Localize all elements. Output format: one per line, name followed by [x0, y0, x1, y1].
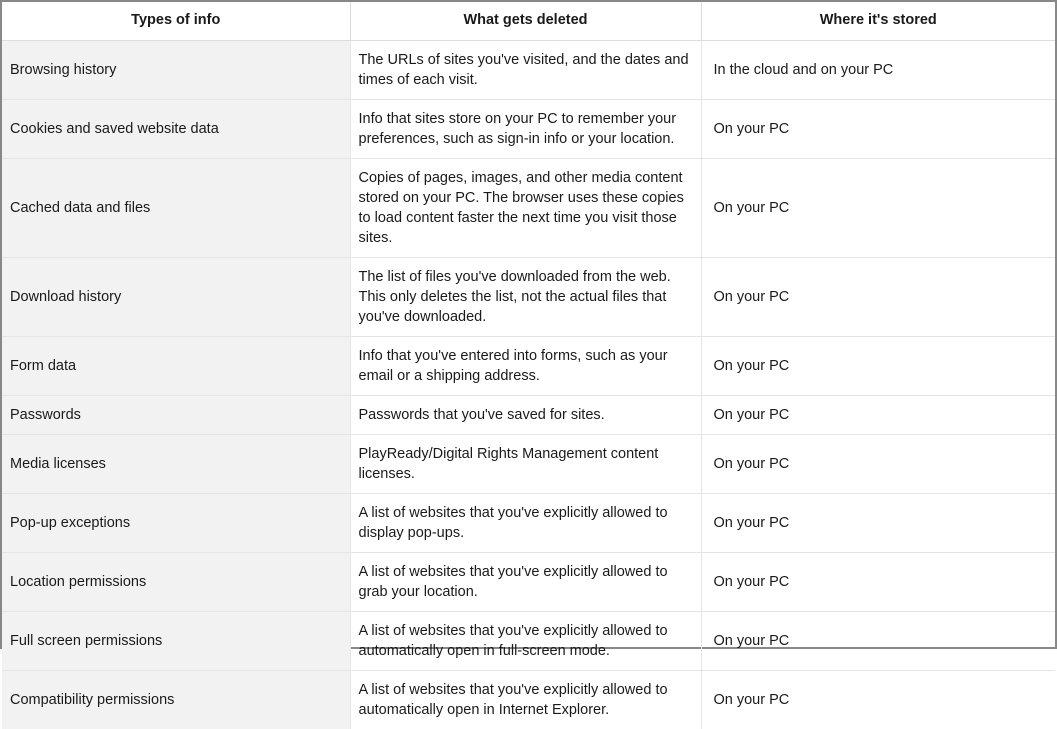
table-row: Full screen permissions A list of websit…	[2, 612, 1055, 671]
info-table-frame: Types of info What gets deleted Where it…	[0, 0, 1057, 649]
cell-what: A list of websites that you've explicitl…	[350, 612, 701, 671]
cell-what: Copies of pages, images, and other media…	[350, 159, 701, 258]
header-row: Types of info What gets deleted Where it…	[2, 2, 1055, 41]
cell-type: Full screen permissions	[2, 612, 350, 671]
cell-what: PlayReady/Digital Rights Management cont…	[350, 435, 701, 494]
cell-type: Compatibility permissions	[2, 671, 350, 729]
cell-what: The URLs of sites you've visited, and th…	[350, 41, 701, 100]
table-row: Location permissions A list of websites …	[2, 553, 1055, 612]
cell-type: Download history	[2, 258, 350, 337]
cell-where: On your PC	[701, 159, 1055, 258]
cell-where: On your PC	[701, 396, 1055, 435]
info-table: Types of info What gets deleted Where it…	[2, 2, 1055, 729]
cell-what: A list of websites that you've explicitl…	[350, 553, 701, 612]
cell-where: On your PC	[701, 435, 1055, 494]
header-where-its-stored: Where it's stored	[701, 2, 1055, 41]
cell-type: Cached data and files	[2, 159, 350, 258]
cell-type: Media licenses	[2, 435, 350, 494]
cell-what: A list of websites that you've explicitl…	[350, 494, 701, 553]
cell-type: Cookies and saved website data	[2, 100, 350, 159]
cell-where: On your PC	[701, 100, 1055, 159]
table-row: Cookies and saved website data Info that…	[2, 100, 1055, 159]
cell-type: Browsing history	[2, 41, 350, 100]
cell-what: Passwords that you've saved for sites.	[350, 396, 701, 435]
cell-where: On your PC	[701, 258, 1055, 337]
table-row: Browsing history The URLs of sites you'v…	[2, 41, 1055, 100]
table-row: Form data Info that you've entered into …	[2, 337, 1055, 396]
table-row: Pop-up exceptions A list of websites tha…	[2, 494, 1055, 553]
cell-what: Info that you've entered into forms, suc…	[350, 337, 701, 396]
cell-where: On your PC	[701, 612, 1055, 671]
table-row: Passwords Passwords that you've saved fo…	[2, 396, 1055, 435]
table-row: Media licenses PlayReady/Digital Rights …	[2, 435, 1055, 494]
cell-where: On your PC	[701, 494, 1055, 553]
cell-what: The list of files you've downloaded from…	[350, 258, 701, 337]
cell-what: A list of websites that you've explicitl…	[350, 671, 701, 729]
cell-type: Location permissions	[2, 553, 350, 612]
cell-where: In the cloud and on your PC	[701, 41, 1055, 100]
cell-type: Form data	[2, 337, 350, 396]
cell-what: Info that sites store on your PC to reme…	[350, 100, 701, 159]
cell-where: On your PC	[701, 671, 1055, 729]
table-row: Download history The list of files you'v…	[2, 258, 1055, 337]
table-row: Cached data and files Copies of pages, i…	[2, 159, 1055, 258]
header-what-gets-deleted: What gets deleted	[350, 2, 701, 41]
cell-type: Passwords	[2, 396, 350, 435]
header-types-of-info: Types of info	[2, 2, 350, 41]
cell-where: On your PC	[701, 337, 1055, 396]
cell-type: Pop-up exceptions	[2, 494, 350, 553]
cell-where: On your PC	[701, 553, 1055, 612]
table-row: Compatibility permissions A list of webs…	[2, 671, 1055, 729]
